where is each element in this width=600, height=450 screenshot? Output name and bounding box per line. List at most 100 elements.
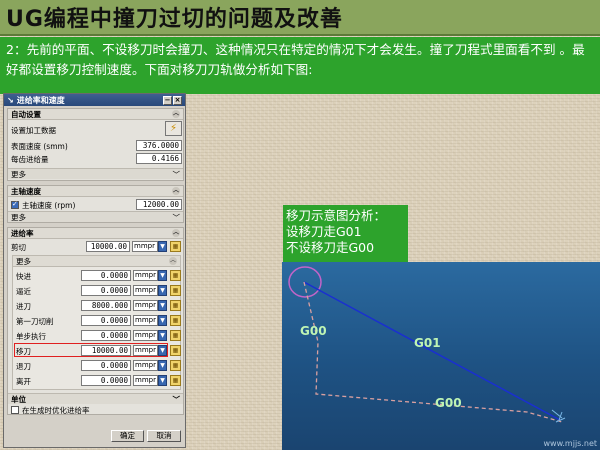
feed-row-input[interactable]: 0.0000 — [81, 285, 131, 296]
calculator-icon[interactable]: ▦ — [170, 300, 181, 311]
collapse-icon[interactable]: ︿ — [172, 229, 180, 237]
auto-settings-section: 自动设置 ︿ 设置加工数据 ⚡ 表面速度 (smm) 376.0000 每齿进给… — [7, 108, 184, 181]
slide-note: 2：先前的平面、不设移刀时会撞刀、这种情况只在特定的情况下才会发生。撞了刀程式里… — [0, 37, 600, 94]
cancel-button[interactable]: 取消 — [147, 430, 181, 442]
feed-row-label: 单步执行 — [16, 332, 46, 341]
close-button[interactable]: × — [173, 95, 182, 105]
minimize-button[interactable]: − — [163, 95, 172, 105]
feed-section: 进给率 ︿ 剪切 10000.00 mmpr ▼ ▦ 更多 ︿ 快进 0.0000… — [7, 227, 184, 415]
more-feeds-header[interactable]: 更多 ︿ — [13, 256, 180, 267]
dialog-titlebar: ↘ 进给率和速度 − × — [4, 94, 185, 106]
set-machining-data-label: 设置加工数据 — [11, 125, 56, 135]
surface-speed-input[interactable]: 376.0000 — [136, 140, 182, 151]
spindle-header[interactable]: 主轴速度 ︿ — [8, 186, 183, 197]
units-toggle[interactable]: 单位 ﹀ — [8, 393, 183, 404]
feed-row-unit-select[interactable]: mmpr — [133, 270, 158, 281]
toolpath-diagram — [288, 266, 566, 423]
feeds-speeds-dialog: ↘ 进给率和速度 − × 自动设置 ︿ 设置加工数据 ⚡ 表面速度 (smm) … — [3, 93, 186, 448]
feed-row-label: 退刀 — [16, 362, 31, 371]
dialog-menu-icon[interactable]: ↘ — [7, 96, 14, 105]
feed-row-input[interactable]: 0.0000 — [81, 375, 131, 386]
calculator-icon[interactable]: ▦ — [170, 330, 181, 341]
feed-row-label: 离开 — [16, 377, 31, 386]
feed-row-input[interactable]: 0.0000 — [81, 360, 131, 371]
feed-row: 进刀 8000.000 mmpr ▼ ▦ — [13, 299, 181, 312]
dropdown-arrow-icon[interactable]: ▼ — [158, 270, 167, 281]
feed-row-label: 第一刀切削 — [16, 317, 54, 326]
dropdown-arrow-icon[interactable]: ▼ — [158, 241, 167, 252]
dropdown-arrow-icon[interactable]: ▼ — [158, 285, 167, 296]
dropdown-arrow-icon[interactable]: ▼ — [158, 315, 167, 326]
feed-row-label: 快进 — [16, 272, 31, 281]
spindle-more-toggle[interactable]: 更多 ﹀ — [8, 211, 183, 222]
feed-row-label: 进刀 — [16, 302, 31, 311]
optimize-feed-label: 在生成时优化进给率 — [22, 405, 90, 415]
dropdown-arrow-icon[interactable]: ▼ — [158, 375, 167, 386]
feed-row: 单步执行 0.0000 mmpr ▼ ▦ — [13, 329, 181, 342]
feed-row: 快进 0.0000 mmpr ▼ ▦ — [13, 269, 181, 282]
feed-row-unit-select[interactable]: mmpr — [133, 300, 158, 311]
spindle-section: 主轴速度 ︿ 主轴速度 (rpm) 12000.00 更多 ﹀ — [7, 185, 184, 223]
cut-feed-unit-select[interactable]: mmpr — [132, 241, 158, 252]
collapse-icon[interactable]: ︿ — [172, 110, 180, 118]
chevron-down-icon: ﹀ — [172, 394, 181, 404]
feed-row-unit-select[interactable]: mmpr — [133, 375, 158, 386]
spindle-speed-checkbox[interactable] — [11, 200, 19, 209]
feed-row-unit-select[interactable]: mmpr — [133, 285, 158, 296]
analysis-box: 移刀示意图分析： 设移刀走G01 不设移刀走G00 — [283, 205, 408, 265]
g00-bottom-label: G00 — [435, 396, 462, 410]
feed-row-input[interactable]: 0.0000 — [81, 270, 131, 281]
analysis-title: 移刀示意图分析： — [286, 208, 387, 223]
calculator-button[interactable]: ⚡ — [165, 121, 182, 136]
feed-row: 逼近 0.0000 mmpr ▼ ▦ — [13, 284, 181, 297]
analysis-g00-text: 不设移刀走G00 — [286, 240, 375, 255]
watermark: www.mjjs.net — [543, 439, 597, 448]
cut-feed-input[interactable]: 10000.00 — [86, 241, 130, 252]
dropdown-arrow-icon[interactable]: ▼ — [158, 300, 167, 311]
calculator-icon[interactable]: ▦ — [170, 345, 181, 356]
feed-header[interactable]: 进给率 ︿ — [8, 228, 183, 239]
spindle-speed-label: 主轴速度 (rpm) — [22, 200, 76, 210]
feed-row-unit-select[interactable]: mmpr — [133, 315, 158, 326]
calculator-icon[interactable]: ▦ — [170, 360, 181, 371]
feed-row-unit-select[interactable]: mmpr — [133, 360, 158, 371]
feed-row-input[interactable]: 0.0000 — [81, 330, 131, 341]
auto-settings-header[interactable]: 自动设置 ︿ — [8, 109, 183, 120]
feed-per-tooth-input[interactable]: 0.4166 — [136, 153, 182, 164]
feed-per-tooth-label: 每齿进给量 — [11, 154, 49, 164]
feed-row: 离开 0.0000 mmpr ▼ ▦ — [13, 374, 181, 387]
chevron-down-icon: ﹀ — [172, 212, 181, 222]
feed-row-input[interactable]: 8000.000 — [81, 300, 131, 311]
dropdown-arrow-icon[interactable]: ▼ — [158, 360, 167, 371]
analysis-g01-text: 设移刀走G01 — [286, 224, 362, 239]
collapse-icon[interactable]: ︿ — [169, 257, 177, 265]
feed-row-unit-select[interactable]: mmpr — [133, 330, 158, 341]
g00-left-label: G00 — [300, 324, 327, 338]
calculator-icon[interactable]: ▦ — [170, 375, 181, 386]
slide-title: UG编程中撞刀过切的问题及改善 — [6, 7, 343, 32]
calculator-icon[interactable]: ▦ — [170, 241, 181, 252]
calculator-icon[interactable]: ▦ — [170, 285, 181, 296]
highlight-box — [14, 343, 168, 357]
feed-row: 第一刀切削 0.0000 mmpr ▼ ▦ — [13, 314, 181, 327]
slide-header: UG编程中撞刀过切的问题及改善 — [0, 0, 600, 36]
optimize-feed-checkbox[interactable] — [11, 406, 19, 414]
dialog-title: 进给率和速度 — [16, 95, 65, 105]
chevron-down-icon: ﹀ — [172, 169, 181, 179]
cut-feed-label: 剪切 — [11, 242, 26, 252]
calculator-icon[interactable]: ▦ — [170, 270, 181, 281]
ok-button[interactable]: 确定 — [111, 430, 144, 442]
collapse-icon[interactable]: ︿ — [172, 187, 180, 195]
surface-speed-label: 表面速度 (smm) — [11, 141, 68, 151]
more-feeds-group: 更多 ︿ 快进 0.0000 mmpr ▼ ▦ 逼近 0.0000 mmpr ▼ ▦ 进刀 8000.… — [12, 255, 181, 390]
feed-row: 退刀 0.0000 mmpr ▼ ▦ — [13, 359, 181, 372]
spindle-speed-input[interactable]: 12000.00 — [136, 199, 182, 210]
feed-row-label: 逼近 — [16, 287, 31, 296]
toolpath-viewport: G00 G01 G00 www.mjjs.net — [282, 262, 600, 450]
g01-path-line — [303, 281, 561, 421]
feed-row-input[interactable]: 0.0000 — [81, 315, 131, 326]
dropdown-arrow-icon[interactable]: ▼ — [158, 330, 167, 341]
calculator-icon[interactable]: ▦ — [170, 315, 181, 326]
auto-more-toggle[interactable]: 更多 ﹀ — [8, 168, 183, 179]
g01-label: G01 — [414, 336, 441, 350]
